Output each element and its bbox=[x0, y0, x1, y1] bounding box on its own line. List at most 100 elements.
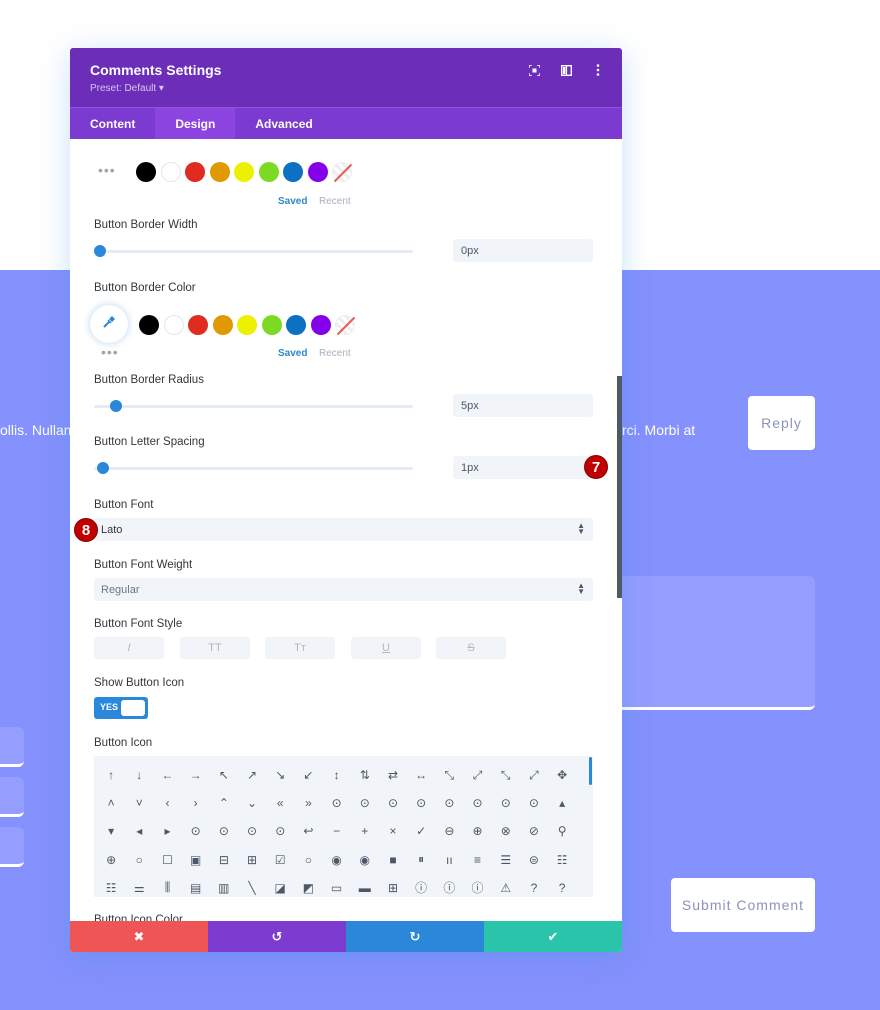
icon-option[interactable]: ⓘ bbox=[435, 874, 463, 902]
swatch-orange[interactable] bbox=[212, 315, 233, 335]
website-field[interactable] bbox=[0, 827, 24, 867]
icon-option[interactable]: + bbox=[351, 817, 379, 845]
slider-handle[interactable] bbox=[110, 400, 122, 412]
icon-option[interactable]: ? bbox=[520, 874, 548, 902]
slider-handle[interactable] bbox=[97, 462, 109, 474]
icon-option[interactable]: ⓘ bbox=[407, 874, 435, 902]
icon-option[interactable]: ⊙ bbox=[379, 789, 407, 817]
icon-option[interactable]: ⊙ bbox=[407, 789, 435, 817]
icon-option[interactable]: ▾ bbox=[97, 817, 125, 845]
icon-option[interactable]: ⊖ bbox=[435, 817, 463, 845]
swatch-purple[interactable] bbox=[307, 162, 328, 182]
swatch-yellow[interactable] bbox=[237, 315, 257, 335]
icon-option[interactable]: ? bbox=[548, 874, 576, 902]
preset-dropdown[interactable]: Preset: Default ▾ bbox=[90, 83, 602, 94]
icon-option[interactable]: ⊟ bbox=[210, 846, 238, 874]
icon-option[interactable]: ⊜ bbox=[520, 846, 548, 874]
icon-option[interactable]: ⊞ bbox=[379, 874, 407, 902]
icon-option[interactable]: ⤡ bbox=[492, 761, 520, 789]
tab-advanced[interactable]: Advanced bbox=[235, 108, 332, 139]
swatch-black[interactable] bbox=[136, 162, 156, 182]
underline-button[interactable]: U bbox=[351, 637, 421, 659]
swatch-yellow[interactable] bbox=[234, 162, 254, 182]
icon-option[interactable]: ↗ bbox=[238, 761, 266, 789]
icon-option[interactable]: ⇄ bbox=[379, 761, 407, 789]
icon-grid-scrollbar[interactable] bbox=[589, 757, 592, 785]
icon-option[interactable]: ⌄ bbox=[238, 789, 266, 817]
save-button[interactable]: ✔ bbox=[484, 921, 622, 952]
icon-option[interactable]: ↖ bbox=[210, 761, 238, 789]
icon-option[interactable]: ⓘ bbox=[463, 874, 491, 902]
icon-option[interactable]: ○ bbox=[294, 846, 322, 874]
icon-option[interactable]: ⊙ bbox=[492, 789, 520, 817]
uppercase-button[interactable]: TT bbox=[180, 637, 250, 659]
icon-option[interactable]: ⤢ bbox=[520, 761, 548, 789]
undo-button[interactable]: ↺ bbox=[208, 921, 346, 952]
icon-option[interactable]: ⊙ bbox=[520, 789, 548, 817]
redo-button[interactable]: ↻ bbox=[346, 921, 484, 952]
icon-option[interactable]: ▸ bbox=[153, 817, 181, 845]
icon-option[interactable]: ☷ bbox=[548, 846, 576, 874]
name-field[interactable] bbox=[0, 727, 24, 767]
icon-option[interactable]: ⇅ bbox=[351, 761, 379, 789]
border-width-input[interactable]: 0px bbox=[453, 239, 593, 262]
swatch-green[interactable] bbox=[258, 162, 279, 182]
icon-option[interactable]: ⤢ bbox=[463, 761, 491, 789]
swatch-orange[interactable] bbox=[209, 162, 230, 182]
icon-option[interactable]: ▴ bbox=[548, 789, 576, 817]
icon-option[interactable]: ⊙ bbox=[351, 789, 379, 817]
letter-spacing-input[interactable]: 1px bbox=[453, 456, 593, 479]
icon-option[interactable]: ⌃ bbox=[210, 789, 238, 817]
recent-tab[interactable]: Recent bbox=[319, 348, 351, 359]
saved-tab[interactable]: Saved bbox=[278, 196, 307, 207]
font-select[interactable]: Lato ▲ ▼ bbox=[94, 518, 593, 541]
icon-option[interactable]: ✥ bbox=[548, 761, 576, 789]
swatch-blue[interactable] bbox=[286, 315, 306, 335]
icon-option[interactable]: ıı bbox=[435, 846, 463, 874]
icon-option[interactable]: ⊕ bbox=[463, 817, 491, 845]
icon-option[interactable]: ⊙ bbox=[323, 789, 351, 817]
icon-option[interactable]: ▭ bbox=[323, 874, 351, 902]
swatch-red[interactable] bbox=[185, 162, 205, 182]
icon-option[interactable]: ◉ bbox=[351, 846, 379, 874]
icon-option[interactable]: ‹ bbox=[153, 789, 181, 817]
swatch-blue[interactable] bbox=[283, 162, 303, 182]
icon-option[interactable]: ⊗ bbox=[492, 817, 520, 845]
letter-spacing-slider[interactable] bbox=[94, 462, 413, 474]
icon-option[interactable]: ⤡ bbox=[435, 761, 463, 789]
tab-design[interactable]: Design bbox=[155, 108, 236, 139]
icon-option[interactable]: ⫼ bbox=[153, 874, 181, 902]
icon-option[interactable]: ■ bbox=[379, 846, 407, 874]
font-weight-select[interactable]: Regular ▲ ▼ bbox=[94, 578, 593, 601]
border-width-slider[interactable] bbox=[94, 245, 413, 257]
icon-option[interactable]: ⊙ bbox=[463, 789, 491, 817]
border-radius-slider[interactable] bbox=[94, 400, 413, 412]
icon-option[interactable]: ⚲ bbox=[548, 817, 576, 845]
icon-option[interactable]: ↙ bbox=[294, 761, 322, 789]
modal-scrollbar[interactable] bbox=[617, 376, 622, 598]
icon-option[interactable]: ◩ bbox=[294, 874, 322, 902]
capitalize-button[interactable]: Tт bbox=[265, 637, 335, 659]
icon-option[interactable]: ☑ bbox=[266, 846, 294, 874]
icon-option[interactable]: − bbox=[323, 817, 351, 845]
swatch-red[interactable] bbox=[188, 315, 208, 335]
icon-option[interactable]: ← bbox=[153, 761, 181, 789]
icon-option[interactable]: ☐ bbox=[153, 846, 181, 874]
swatch-none[interactable] bbox=[335, 315, 355, 335]
slider-handle[interactable] bbox=[94, 245, 106, 257]
icon-option[interactable]: ˄ bbox=[97, 789, 125, 817]
icon-option[interactable]: ⊙ bbox=[435, 789, 463, 817]
italic-button[interactable]: I bbox=[94, 637, 164, 659]
icon-option[interactable]: « bbox=[266, 789, 294, 817]
border-radius-input[interactable]: 5px bbox=[453, 394, 593, 417]
icon-option[interactable]: ↔ bbox=[407, 761, 435, 789]
icon-option[interactable]: ⊙ bbox=[182, 817, 210, 845]
icon-option[interactable]: ⊘ bbox=[520, 817, 548, 845]
more-colors-icon[interactable]: ••• bbox=[101, 344, 119, 360]
tab-content[interactable]: Content bbox=[70, 108, 155, 139]
icon-option[interactable]: ↓ bbox=[125, 761, 153, 789]
focus-icon[interactable] bbox=[528, 64, 540, 76]
show-icon-toggle[interactable]: YES bbox=[94, 697, 148, 719]
more-options-icon[interactable] bbox=[592, 64, 604, 76]
recent-tab[interactable]: Recent bbox=[319, 196, 351, 207]
